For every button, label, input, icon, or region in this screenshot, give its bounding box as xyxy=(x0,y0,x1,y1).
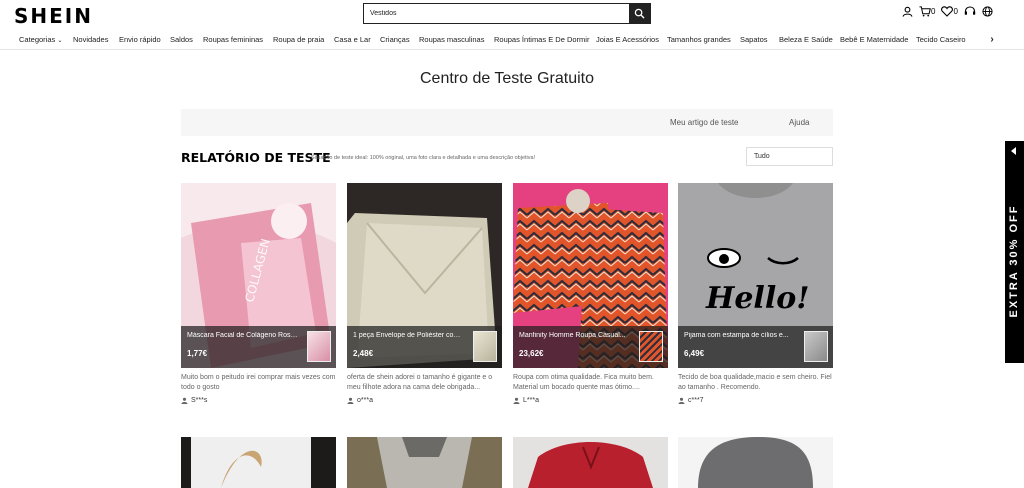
nav-item-beleza[interactable]: Beleza E Saúde xyxy=(779,35,833,44)
nav-item-categorias[interactable]: Categorias ⌄ xyxy=(19,35,62,44)
headset-icon xyxy=(964,6,976,15)
promo-label: EXTRA 30% OFF xyxy=(1008,204,1020,318)
product-price: 23,62€ xyxy=(519,349,544,358)
nav-item-criancas[interactable]: Crianças xyxy=(380,35,410,44)
site-header: SHEIN 0 0 Categorias ⌄ Novidades Envio r… xyxy=(0,0,1024,50)
globe-icon xyxy=(982,6,993,17)
product-overlay: 1 peça Envelope de Poliéster com... 2,48… xyxy=(347,326,502,368)
nav-item-roupas-femininas[interactable]: Roupas femininas xyxy=(203,35,263,44)
product-photo[interactable]: Manfinity Homme Roupa Casual... 23,62€ xyxy=(513,183,668,368)
nav-item-saldos[interactable]: Saldos xyxy=(170,35,193,44)
product-name: Manfinity Homme Roupa Casual... xyxy=(519,332,626,339)
support-button[interactable] xyxy=(964,6,976,17)
nav-item-tecido-caseiro[interactable]: Tecido Caseiro xyxy=(916,35,966,44)
extra-off-promo-tab[interactable]: EXTRA 30% OFF xyxy=(1005,141,1024,363)
review-card-photo[interactable] xyxy=(678,437,833,488)
product-name: Pijama com estampa de cílios e... xyxy=(684,332,789,339)
shein-logo[interactable]: SHEIN xyxy=(14,4,93,28)
wishlist-button[interactable]: 0 xyxy=(941,6,958,17)
nav-item-joias[interactable]: Joias E Acessórios xyxy=(596,35,659,44)
reviewer: L***a xyxy=(513,397,668,404)
review-card[interactable]: 1 peça Envelope de Poliéster com... 2,48… xyxy=(347,183,502,404)
review-text: Roupa com otima qualidade. Fica muito be… xyxy=(513,374,654,391)
nav-item-sapatos[interactable]: Sapatos xyxy=(740,35,768,44)
review-text: Tecido de boa qualidade,macio e sem chei… xyxy=(678,374,832,391)
product-photo[interactable]: COLLAGEN Máscara Facial de Colágeno Rosa… xyxy=(181,183,336,368)
product-thumbnail[interactable] xyxy=(473,331,497,362)
category-nav: Categorias ⌄ Novidades Envio rápido Sald… xyxy=(0,32,1024,49)
reviewer-name: S***s xyxy=(191,397,208,404)
product-price: 1,77€ xyxy=(187,349,208,358)
review-card[interactable]: COLLAGEN Máscara Facial de Colágeno Rosa… xyxy=(181,183,336,404)
reviewer: S***s xyxy=(181,397,336,404)
nav-item-label: Categorias xyxy=(19,35,56,44)
search-icon xyxy=(634,8,645,19)
nav-item-tamanhos-grandes[interactable]: Tamanhos grandes xyxy=(667,35,731,44)
reviewer-name: L***a xyxy=(523,397,539,404)
review-card-photo[interactable] xyxy=(513,437,668,488)
nav-item-bebe[interactable]: Bebê E Maternidade xyxy=(840,35,908,44)
review-text: Muito bom o peitudo irei comprar mais ve… xyxy=(181,374,336,391)
cart-count: 0 xyxy=(931,7,936,16)
heart-icon xyxy=(941,6,954,17)
reviewer: o***a xyxy=(347,397,502,404)
user-icon xyxy=(902,6,913,17)
cart-button[interactable]: 0 xyxy=(919,6,935,17)
nav-item-casa-e-lar[interactable]: Casa e Lar xyxy=(334,35,371,44)
chevron-down-icon: ⌄ xyxy=(754,151,761,160)
tab-my-test-items[interactable]: Meu artigo de teste xyxy=(670,118,738,127)
report-subtitle: Situação de teste ideal: 100% original, … xyxy=(311,155,536,161)
tab-help[interactable]: Ajuda xyxy=(789,118,809,127)
search-bar xyxy=(363,3,651,24)
chevron-down-icon: ⌄ xyxy=(57,38,63,44)
filter-select[interactable]: Tudo ⌄ xyxy=(746,147,833,166)
page-title: Centro de Teste Gratuito xyxy=(419,70,595,87)
review-text: oferta de shein adorei o tamanho é gigan… xyxy=(347,374,493,391)
nav-item-roupas-intimas[interactable]: Roupas Íntimas E De Dormir xyxy=(494,35,589,44)
product-photo[interactable]: 1 peça Envelope de Poliéster com... 2,48… xyxy=(347,183,502,368)
product-photo[interactable]: Hello! Pijama com estampa de cílios e...… xyxy=(678,183,833,368)
header-icons: 0 0 xyxy=(902,6,993,17)
search-input[interactable] xyxy=(364,4,629,23)
reviewer-name: o***a xyxy=(357,397,373,404)
reviewer: c***7 xyxy=(678,397,833,404)
product-thumbnail[interactable] xyxy=(804,331,828,362)
wishlist-count: 0 xyxy=(953,7,958,16)
review-card[interactable]: Hello! Pijama com estampa de cílios e...… xyxy=(678,183,833,404)
test-tabs: Meu artigo de teste Ajuda xyxy=(181,109,833,136)
product-price: 6,49€ xyxy=(684,349,705,358)
nav-item-novidades[interactable]: Novidades xyxy=(73,35,108,44)
product-thumbnail[interactable] xyxy=(307,331,331,362)
product-name: 1 peça Envelope de Poliéster com... xyxy=(353,332,465,339)
search-button[interactable] xyxy=(629,4,650,23)
arrow-left-icon xyxy=(1011,147,1016,155)
review-card[interactable]: Manfinity Homme Roupa Casual... 23,62€ R… xyxy=(513,183,668,404)
svg-text:Hello!: Hello! xyxy=(705,281,809,316)
nav-item-roupas-masculinas[interactable]: Roupas masculinas xyxy=(419,35,484,44)
product-overlay: Máscara Facial de Colágeno Rosa... 1,77€ xyxy=(181,326,336,368)
review-card-photo[interactable] xyxy=(347,437,502,488)
chevron-right-icon: › xyxy=(990,33,994,45)
user-icon xyxy=(347,397,354,404)
account-button[interactable] xyxy=(902,6,913,17)
product-price: 2,48€ xyxy=(353,349,374,358)
nav-next-button[interactable]: › xyxy=(972,32,1012,46)
user-icon xyxy=(181,397,188,404)
nav-item-roupa-de-praia[interactable]: Roupa de praia xyxy=(273,35,324,44)
product-overlay: Manfinity Homme Roupa Casual... 23,62€ xyxy=(513,326,668,368)
user-icon xyxy=(513,397,520,404)
nav-item-envio-rapido[interactable]: Envio rápido xyxy=(119,35,161,44)
report-heading: RELATÓRIO DE TESTE xyxy=(181,150,331,165)
language-button[interactable] xyxy=(982,6,993,17)
user-icon xyxy=(678,397,685,404)
product-overlay: Pijama com estampa de cílios e... 6,49€ xyxy=(678,326,833,368)
product-thumbnail[interactable] xyxy=(639,331,663,362)
cart-icon xyxy=(919,6,931,17)
reviewer-name: c***7 xyxy=(688,397,704,404)
product-name: Máscara Facial de Colágeno Rosa... xyxy=(187,332,299,339)
review-card-photo[interactable] xyxy=(181,437,336,488)
